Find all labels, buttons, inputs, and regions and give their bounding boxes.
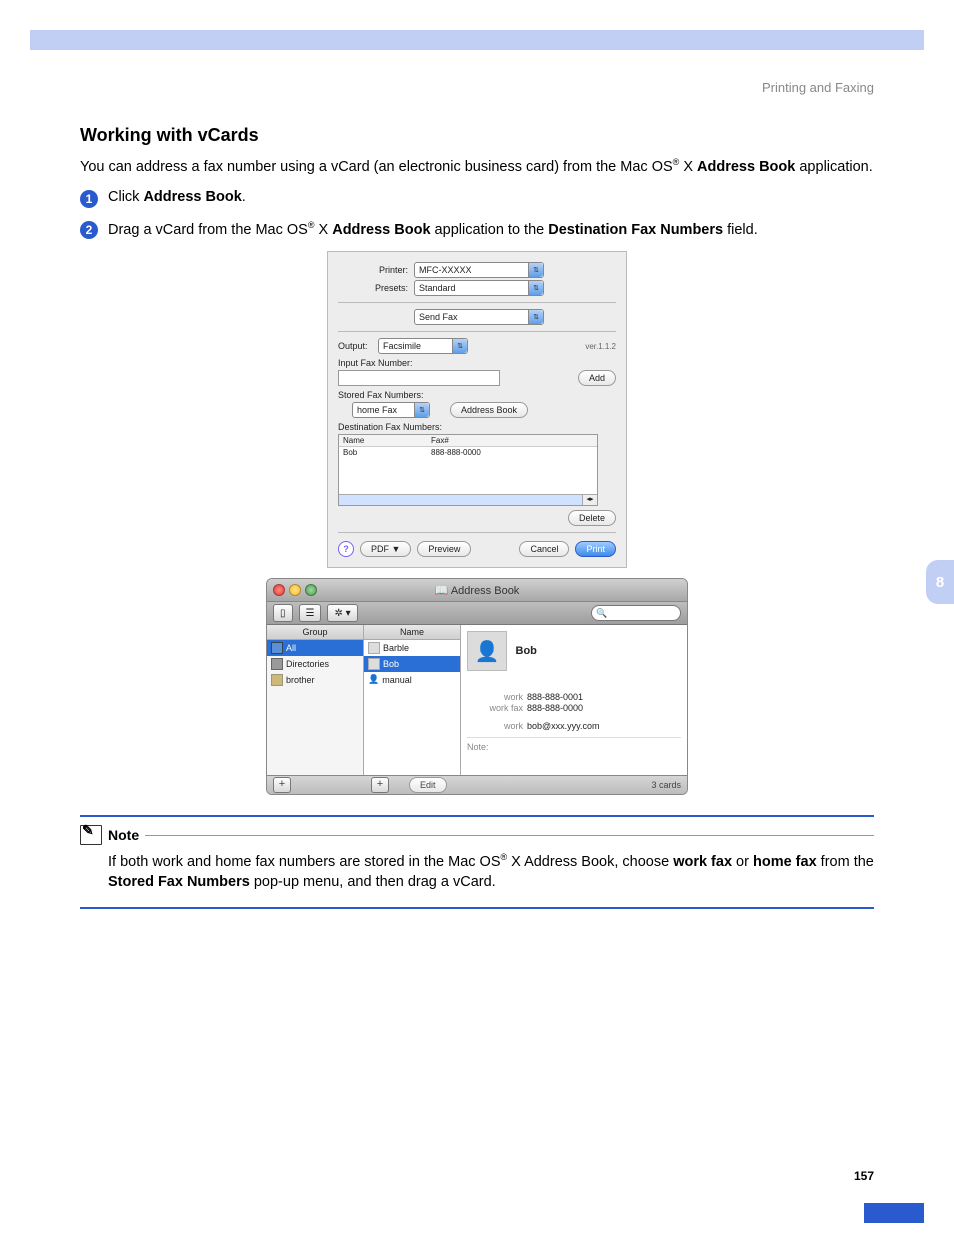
window-title: 📖 Address Book [267, 584, 687, 597]
section-header: Printing and Faxing [0, 50, 954, 105]
dest-fax-list[interactable]: Name Fax# Bob 888-888-0000 ◂▸ [338, 434, 598, 506]
card-count: 3 cards [651, 780, 681, 790]
dropdown-arrow-icon: ⇅ [528, 310, 543, 324]
scroll-arrows-icon[interactable]: ◂▸ [582, 494, 597, 505]
top-accent-bar [30, 30, 924, 50]
print-dialog: Printer: MFC-XXXXX⇅ Presets: Standard⇅ S… [327, 251, 627, 568]
contact-manual[interactable]: 👤manual [364, 672, 460, 687]
note-icon [80, 825, 102, 845]
name-column: Name Barble Bob 👤manual [364, 625, 461, 775]
fax-number-input[interactable] [338, 370, 500, 386]
add-button[interactable]: Add [578, 370, 616, 386]
presets-label: Presets: [338, 283, 414, 293]
stored-fax-select[interactable]: home Fax⇅ [352, 402, 430, 418]
group-header: Group [267, 625, 363, 640]
address-book-window: 📖 Address Book ▯ ☰ ✲ ▾ 🔍 Group All Direc… [266, 578, 688, 795]
gear-menu-button[interactable]: ✲ ▾ [327, 604, 357, 622]
group-brother[interactable]: brother [267, 672, 363, 688]
page-number: 157 [0, 1149, 954, 1203]
print-button[interactable]: Print [575, 541, 616, 557]
pdf-button[interactable]: PDF ▼ [360, 541, 411, 557]
work-fax-field: work fax888-888-0000 [467, 703, 681, 713]
cancel-button[interactable]: Cancel [519, 541, 569, 557]
version-label: ver.1.1.2 [585, 342, 616, 351]
view-card-button[interactable]: ▯ [273, 604, 293, 622]
work-email-field: workbob@xxx.yyy.com [467, 721, 681, 731]
person-icon: 👤 [368, 674, 379, 685]
toolbar: ▯ ☰ ✲ ▾ 🔍 [267, 602, 687, 625]
note-field: Note: [467, 737, 681, 752]
directory-icon [271, 658, 283, 670]
contact-barble[interactable]: Barble [364, 640, 460, 656]
dropdown-arrow-icon: ⇅ [414, 403, 429, 417]
delete-button[interactable]: Delete [568, 510, 616, 526]
dropdown-arrow-icon: ⇅ [528, 281, 543, 295]
avatar: 👤 [467, 631, 507, 671]
view-list-button[interactable]: ☰ [299, 604, 322, 622]
pane-select[interactable]: Send Fax⇅ [414, 309, 544, 325]
input-fax-label: Input Fax Number: [338, 358, 616, 368]
search-icon: 🔍 [596, 608, 607, 619]
col-name-header: Name [339, 435, 427, 446]
presets-select[interactable]: Standard⇅ [414, 280, 544, 296]
name-header: Name [364, 625, 460, 640]
step-number-icon: 2 [80, 221, 98, 239]
folder-icon [271, 674, 283, 686]
output-label: Output: [338, 341, 378, 351]
preview-button[interactable]: Preview [417, 541, 471, 557]
help-button[interactable]: ? [338, 541, 354, 557]
edit-button[interactable]: Edit [409, 777, 447, 793]
contact-bob[interactable]: Bob [364, 656, 460, 672]
add-group-button[interactable]: + [273, 777, 291, 793]
intro-paragraph: You can address a fax number using a vCa… [80, 156, 874, 177]
dropdown-arrow-icon: ⇅ [452, 339, 467, 353]
group-all[interactable]: All [267, 640, 363, 656]
footer-bar: + + Edit 3 cards [267, 775, 687, 794]
window-titlebar[interactable]: 📖 Address Book [267, 579, 687, 602]
page-title: Working with vCards [80, 125, 874, 146]
dropdown-arrow-icon: ⇅ [528, 263, 543, 277]
table-row[interactable]: Bob 888-888-0000 [339, 447, 597, 458]
search-input[interactable]: 🔍 [591, 605, 681, 621]
col-fax-header: Fax# [427, 435, 453, 446]
vcard-icon [368, 658, 380, 670]
addressbook-icon [271, 642, 283, 654]
output-select[interactable]: Facsimile⇅ [378, 338, 468, 354]
scrollbar[interactable] [339, 494, 583, 505]
note-block: Note If both work and home fax numbers a… [80, 815, 874, 908]
detail-column: 👤 Bob work888-888-0001 work fax888-888-0… [461, 625, 687, 775]
stored-fax-label: Stored Fax Numbers: [338, 390, 616, 400]
address-book-button[interactable]: Address Book [450, 402, 528, 418]
step-2: 2 Drag a vCard from the Mac OS® X Addres… [80, 220, 874, 239]
vcard-icon [368, 642, 380, 654]
work-phone-field: work888-888-0001 [467, 692, 681, 702]
group-directories[interactable]: Directories [267, 656, 363, 672]
printer-label: Printer: [338, 265, 414, 275]
step-number-icon: 1 [80, 190, 98, 208]
group-column: Group All Directories brother [267, 625, 364, 775]
step-1: 1 Click Address Book. [80, 189, 874, 208]
chapter-tab: 8 [926, 560, 954, 604]
printer-select[interactable]: MFC-XXXXX⇅ [414, 262, 544, 278]
add-contact-button[interactable]: + [371, 777, 389, 793]
bottom-accent-bar [864, 1203, 924, 1223]
note-label: Note [108, 827, 139, 843]
dest-fax-label: Destination Fax Numbers: [338, 422, 616, 432]
contact-name: Bob [516, 645, 537, 657]
